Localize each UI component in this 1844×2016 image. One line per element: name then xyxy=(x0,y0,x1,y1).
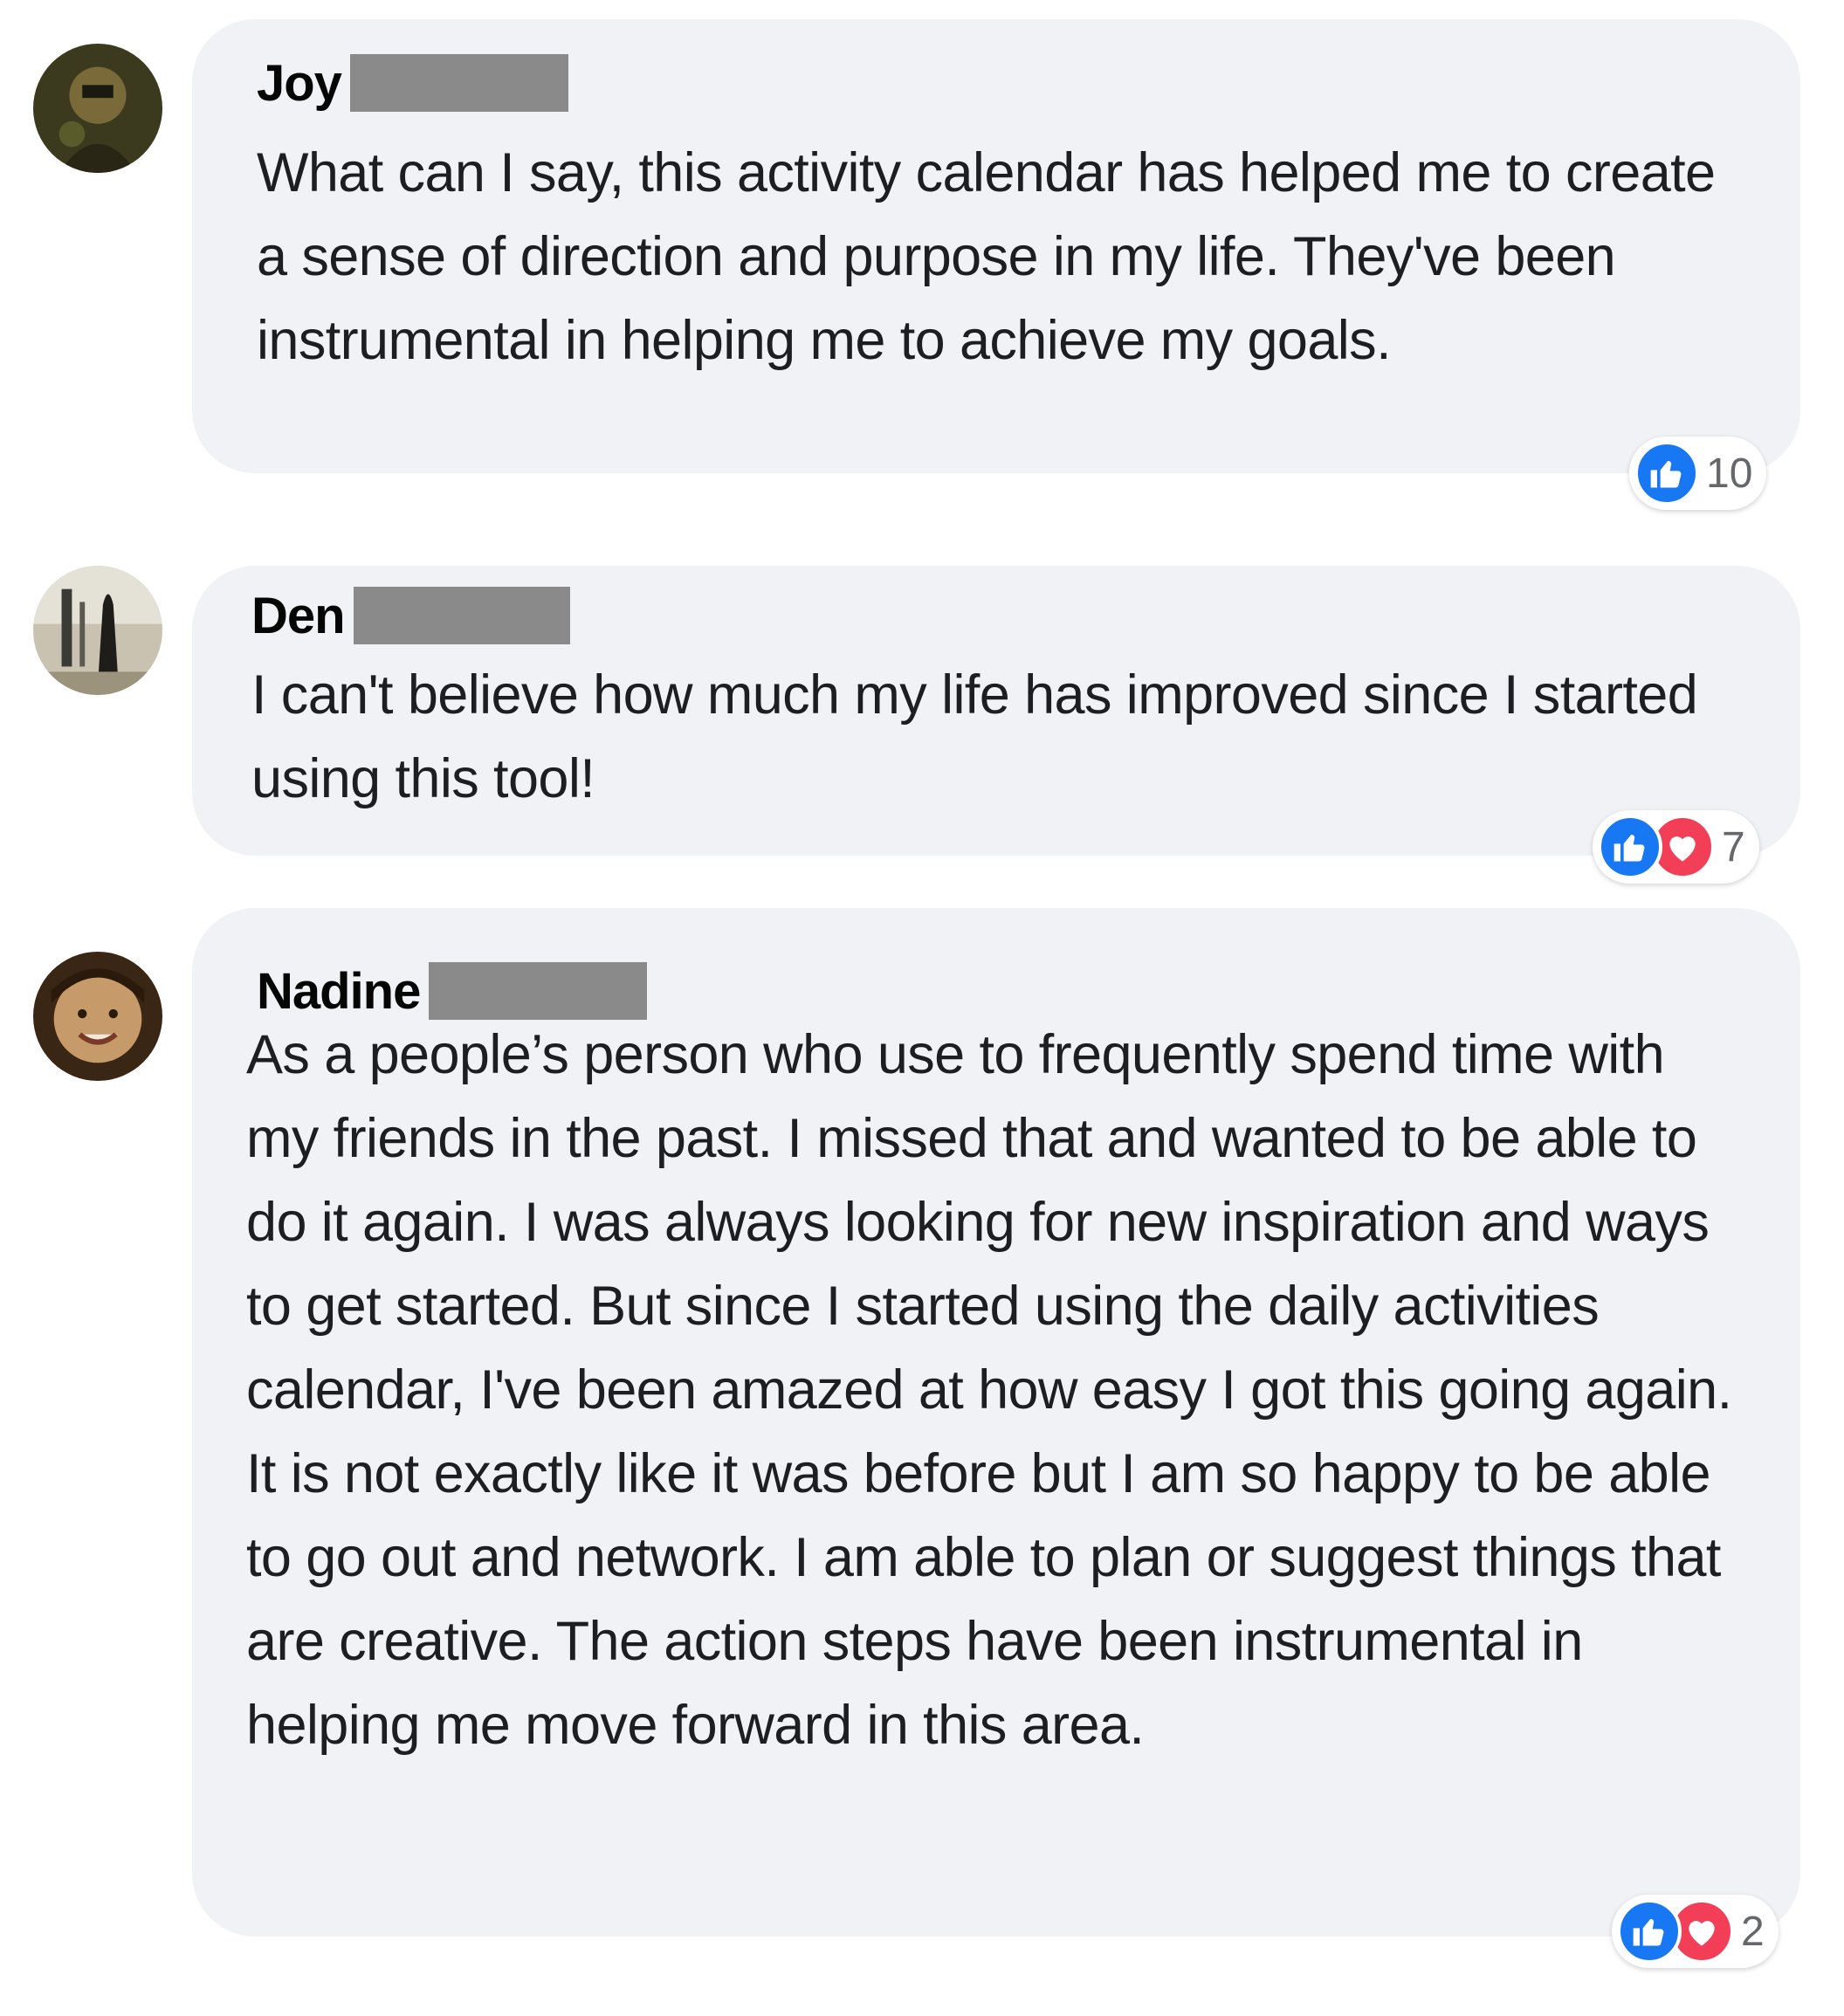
like-icon xyxy=(1598,815,1662,879)
like-icon xyxy=(1617,1899,1682,1964)
comment-bubble: Nadine As a people’s person who use to f… xyxy=(192,908,1800,1937)
author-name[interactable]: Joy xyxy=(257,54,342,113)
reaction-count: 10 xyxy=(1706,450,1753,497)
reaction-count: 7 xyxy=(1722,823,1745,870)
avatar[interactable] xyxy=(33,566,162,695)
comment-text: What can I say, this activity calendar h… xyxy=(257,142,1716,371)
comment-bubble: Den I can't believe how much my life has… xyxy=(192,566,1800,856)
reactions-summary[interactable]: 10 xyxy=(1629,437,1767,510)
avatar[interactable] xyxy=(33,952,162,1081)
author-name[interactable]: Nadine xyxy=(257,962,421,1021)
avatar[interactable] xyxy=(33,44,162,173)
avatar-photo xyxy=(33,952,162,1081)
redacted-last-name xyxy=(349,54,568,112)
redacted-last-name xyxy=(353,587,570,644)
reactions-summary[interactable]: 7 xyxy=(1593,810,1759,884)
avatar-photo xyxy=(33,566,162,695)
author-name[interactable]: Den xyxy=(251,587,346,645)
reaction-count: 2 xyxy=(1741,1908,1765,1955)
avatar-photo xyxy=(33,44,162,173)
comment-text: As a people’s person who use to frequent… xyxy=(246,1024,1732,1756)
comment-bubble: Joy What can I say, this activity calend… xyxy=(192,19,1800,473)
redacted-last-name xyxy=(429,962,648,1020)
comment-text: I can't believe how much my life has imp… xyxy=(251,664,1698,809)
reactions-summary[interactable]: 2 xyxy=(1612,1895,1779,1968)
like-icon xyxy=(1634,441,1699,506)
